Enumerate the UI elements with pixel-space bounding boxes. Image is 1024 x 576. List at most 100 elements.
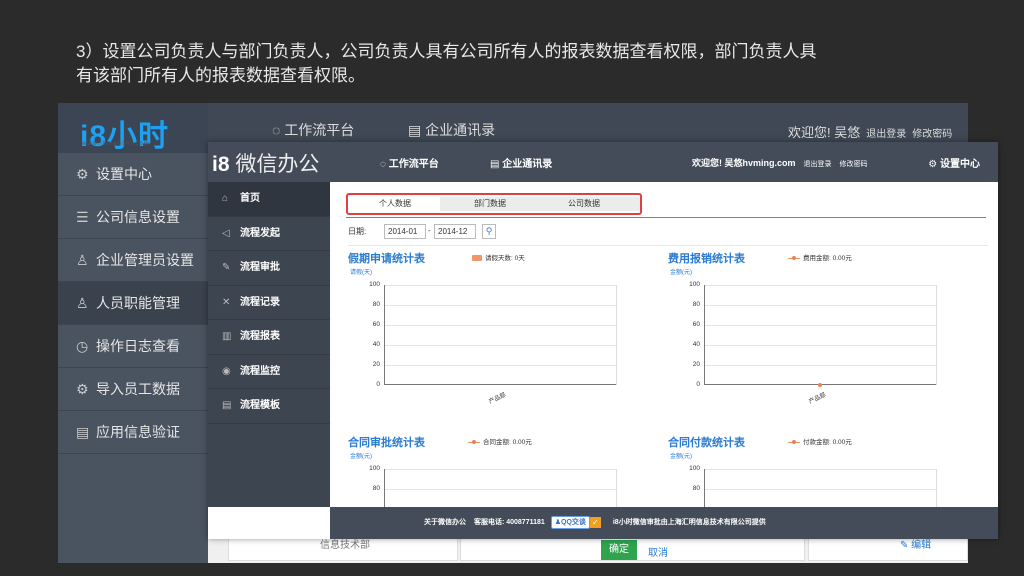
sidebar-item-label: 流程发起 xyxy=(240,227,280,239)
legend-text: 请假天数: 0天 xyxy=(485,255,525,262)
back-nav-contacts[interactable]: ▤ 企业通讯录 xyxy=(408,120,495,140)
legend-marker xyxy=(468,439,480,444)
search-icon[interactable]: ⚲ xyxy=(482,224,496,239)
back-sidebar-label: 操作日志查看 xyxy=(96,338,180,354)
back-logo: i8小时 www.i8xiaoshi.com xyxy=(58,103,208,153)
sidebar-item[interactable]: ✕ 流程记录 xyxy=(208,286,330,320)
tab-company-data[interactable]: 公司数据 xyxy=(538,197,630,211)
legend-marker xyxy=(788,439,800,444)
legend-marker xyxy=(472,255,482,262)
grid-line xyxy=(385,285,617,286)
cancel-button[interactable]: 取消 xyxy=(648,544,668,559)
back-nav-workflow[interactable]: ◌ 工作流平台 xyxy=(272,120,354,140)
back-sidebar-item[interactable]: ☰ 公司信息设置 xyxy=(58,196,208,239)
sidebar-item-label: 流程审批 xyxy=(240,262,280,273)
sidebar-item[interactable]: ✎ 流程审批 xyxy=(208,251,330,286)
caption-line-2: 有该部门所有人的报表数据查看权限。 xyxy=(76,66,365,85)
tab-department-data[interactable]: 部门数据 xyxy=(444,197,536,211)
tab-underline xyxy=(346,217,986,218)
back-sidebar-item[interactable]: ◷ 操作日志查看 xyxy=(58,325,208,368)
about-link[interactable]: 关于微信办公 xyxy=(424,519,466,526)
tools-icon: ✕ xyxy=(222,296,231,308)
grid-line xyxy=(936,285,937,385)
date-from-input[interactable]: 2014-01 xyxy=(384,224,426,239)
users-icon: ♙ xyxy=(76,295,89,311)
back-sidebar-item[interactable]: ♙ 企业管理员设置 xyxy=(58,239,208,282)
back-welcome: 欢迎您! 吴悠 退出登录 修改密码 xyxy=(788,125,953,140)
grid-line xyxy=(705,325,937,326)
user-icon: ♙ xyxy=(76,252,89,268)
grid-line xyxy=(705,469,937,470)
provider-text: i8小时微信审批由上海汇明信息技术有限公司提供 xyxy=(612,519,766,526)
eye-icon: ◉ xyxy=(222,365,231,377)
grid-line xyxy=(705,305,937,306)
y-axis-label: 金额(元) xyxy=(670,454,692,460)
settings-center-link[interactable]: ⚙ 设置中心 xyxy=(928,155,980,170)
front-change-pwd-link[interactable]: 修改密码 xyxy=(840,161,868,168)
tab-workflow-platform[interactable]: ◌ 工作流平台 xyxy=(380,155,439,184)
sidebar-item[interactable]: ▥ 流程报表 xyxy=(208,320,330,355)
sidebar-item[interactable]: ◉ 流程监控 xyxy=(208,355,330,389)
y-axis-label: 金额(元) xyxy=(670,270,692,276)
card-icon: ▤ xyxy=(76,424,90,440)
slide-caption: 3）设置公司负责人与部门负责人，公司负责人具有公司所有人的报表数据查看权限，部门… xyxy=(76,40,936,88)
chart-legend: 付款金额: 0.00元 xyxy=(788,436,852,446)
sidebar-item[interactable]: ◁ 流程发起 xyxy=(208,217,330,251)
y-tick-label: 60 xyxy=(372,321,380,328)
back-logout-link[interactable]: 退出登录 xyxy=(866,129,906,140)
legend-text: 合同金额: 0.00元 xyxy=(483,439,532,446)
front-logout-link[interactable]: 退出登录 xyxy=(804,161,832,168)
tab-personal-data[interactable]: 个人数据 xyxy=(352,197,438,211)
chart-legend: 合同金额: 0.00元 xyxy=(468,436,532,446)
chart-title: 假期申请统计表 xyxy=(348,253,425,265)
back-sidebar-item[interactable]: ⚙ 设置中心 xyxy=(58,153,208,196)
grid-line xyxy=(385,489,617,490)
back-change-pwd-link[interactable]: 修改密码 xyxy=(912,129,952,140)
qq-chat-button[interactable]: ♟QQ交谈 xyxy=(550,515,590,529)
megaphone-icon: ◁ xyxy=(222,227,230,239)
chart-title: 合同付款统计表 xyxy=(668,437,745,449)
gear-icon: ⚙ xyxy=(76,166,89,182)
back-sidebar-label: 企业管理员设置 xyxy=(96,252,194,268)
y-tick-label: 100 xyxy=(689,465,700,472)
template-icon: ▤ xyxy=(222,400,232,411)
y-axis-label: 金额(元) xyxy=(350,454,372,460)
front-window: i8 微信办公 ◌ 工作流平台 ▤ 企业通讯录 欢迎您! 吴悠hvming.co… xyxy=(208,142,998,539)
grid-line xyxy=(385,345,617,346)
tab-contacts[interactable]: ▤ 企业通讯录 xyxy=(490,155,552,170)
sidebar-item-label: 流程记录 xyxy=(240,296,280,308)
sidebar-item[interactable]: ▤ 流程模板 xyxy=(208,389,330,424)
y-tick-label: 0 xyxy=(696,381,700,388)
pen-icon: ✎ xyxy=(222,262,231,273)
date-to-input[interactable]: 2014-12 xyxy=(434,224,476,239)
report-main: 个人数据 部门数据 公司数据 日期: 2014-01 - 2014-12 ⚲ 假… xyxy=(330,182,998,507)
y-tick-label: 80 xyxy=(692,301,700,308)
back-sidebar-item[interactable]: ♙ 人员职能管理 xyxy=(58,282,208,325)
back-sidebar-label: 设置中心 xyxy=(96,166,152,182)
grid-line xyxy=(936,469,937,507)
refresh-icon: ◌ xyxy=(380,159,386,170)
chart-title: 费用报销统计表 xyxy=(668,253,745,265)
date-label: 日期: xyxy=(348,227,367,236)
grid-line xyxy=(616,469,617,507)
data-point xyxy=(818,383,822,387)
x-tick-label: 产品部 xyxy=(808,392,828,406)
verified-icon: ✓ xyxy=(589,516,601,528)
clock-icon: ◷ xyxy=(76,338,89,354)
caption-line-1: 3）设置公司负责人与部门负责人，公司负责人具有公司所有人的报表数据查看权限，部门… xyxy=(76,42,817,61)
front-footer: 关于微信办公 客服电话: 4008771181 ♟QQ交谈 ✓ i8小时微信审批由… xyxy=(330,507,998,539)
y-tick-label: 40 xyxy=(692,341,700,348)
confirm-button[interactable]: 确定 xyxy=(601,540,637,560)
grid-line xyxy=(385,325,617,326)
back-sidebar-item[interactable]: ▤ 应用信息验证 xyxy=(58,411,208,454)
sidebar-item[interactable]: ⌂ 首页 xyxy=(208,182,330,217)
list-icon: ☰ xyxy=(76,209,89,225)
back-sidebar-item[interactable]: ⚙ 导入员工数据 xyxy=(58,368,208,411)
legend-marker xyxy=(788,255,800,260)
plot-area xyxy=(704,285,937,385)
sidebar-item-label: 流程监控 xyxy=(240,365,280,377)
back-sidebar-label: 导入员工数据 xyxy=(96,381,180,397)
chart-legend: 请假天数: 0天 xyxy=(472,252,525,262)
chart-title: 合同审批统计表 xyxy=(348,437,425,449)
grid-line xyxy=(385,365,617,366)
